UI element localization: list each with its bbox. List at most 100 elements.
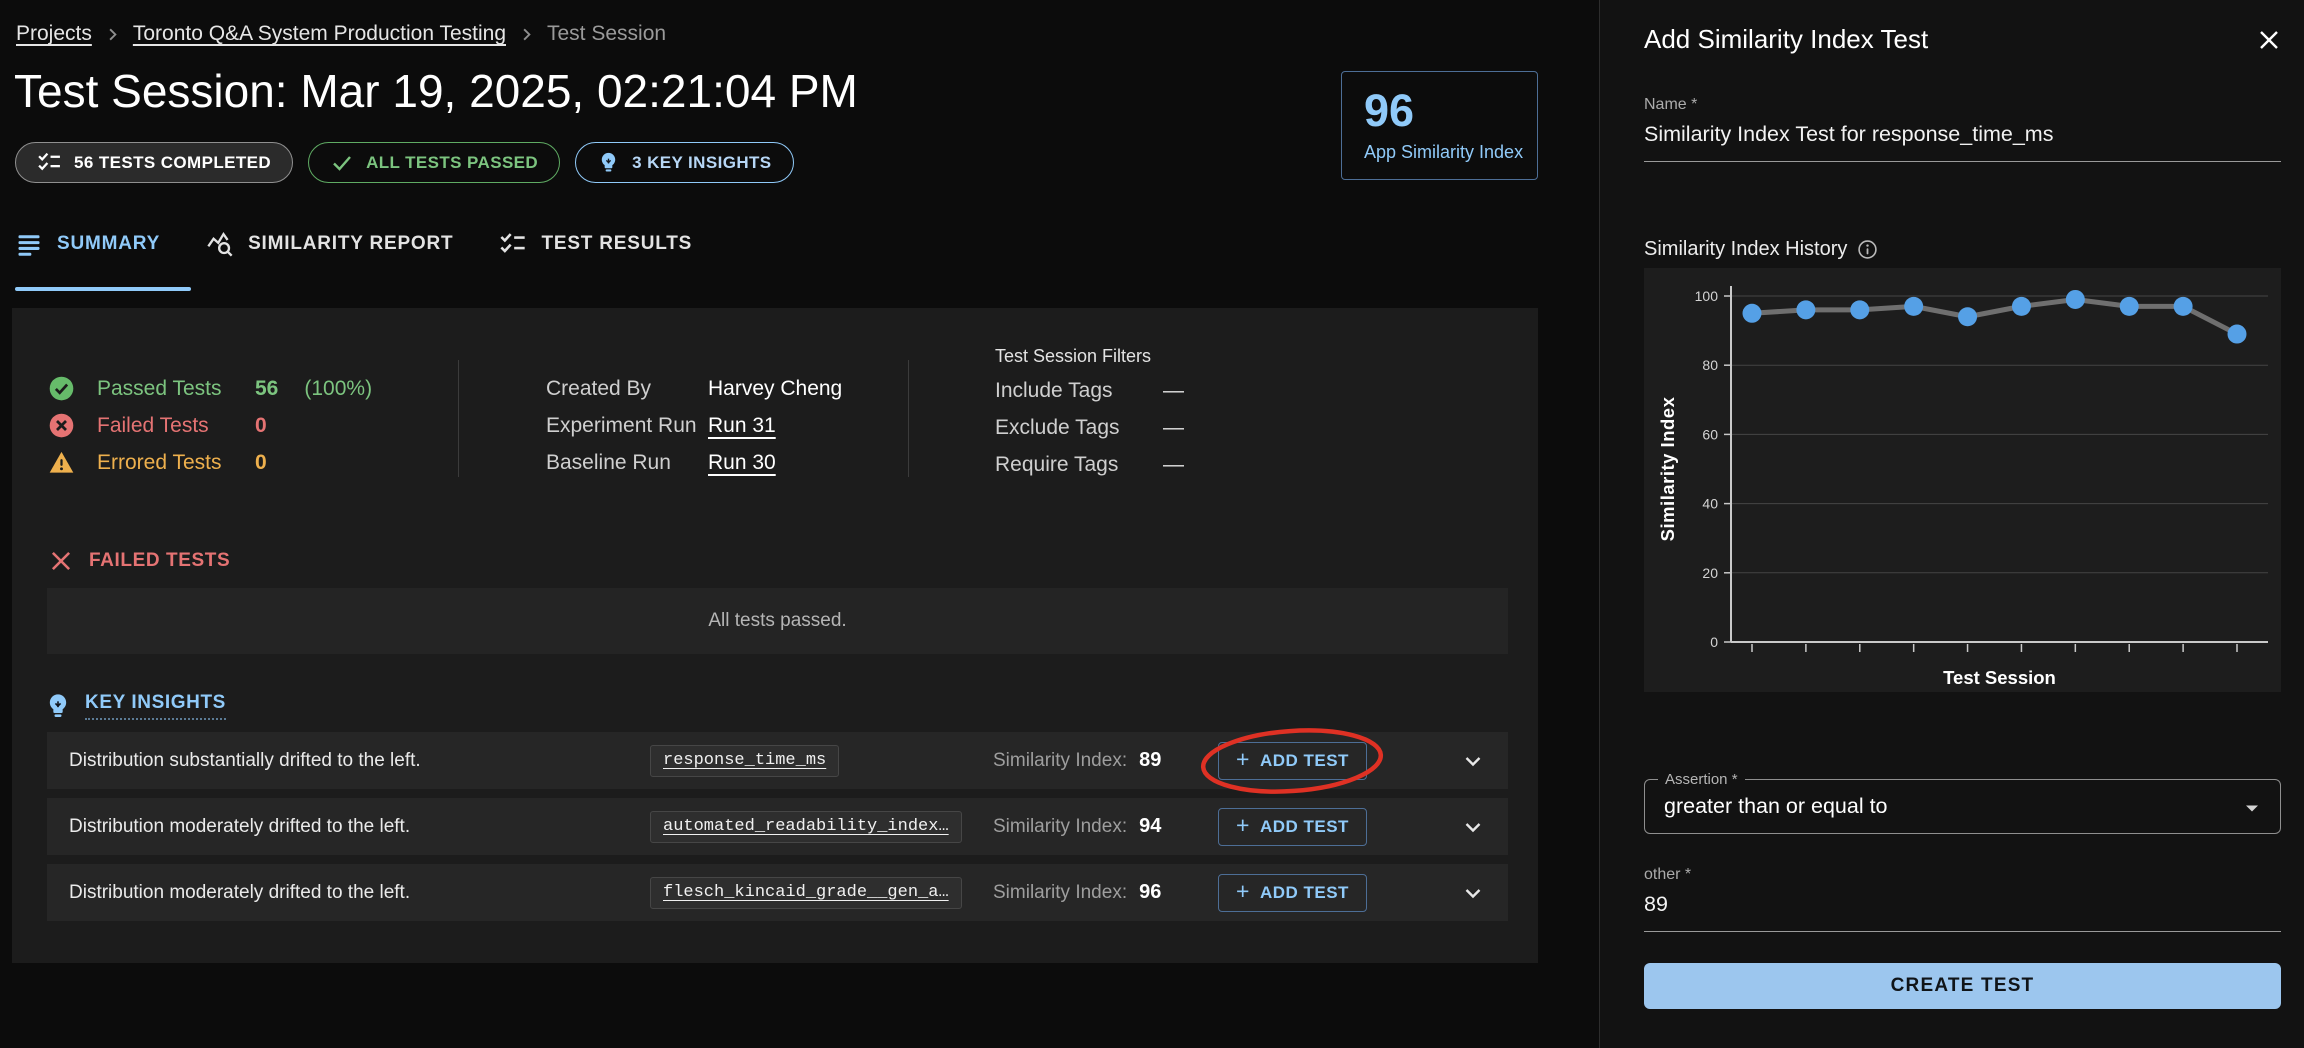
check-circle-icon [48, 375, 75, 402]
created-by-row: Created By Harvey Cheng [546, 370, 908, 407]
metric-chip[interactable]: response_time_ms [650, 745, 839, 777]
chevron-down-icon[interactable] [1460, 880, 1486, 906]
svg-text:0: 0 [1710, 634, 1718, 650]
page-title: Test Session: Mar 19, 2025, 02:21:04 PM [14, 64, 858, 118]
badge-label: 56 TESTS COMPLETED [74, 153, 271, 173]
tab-similarity-report[interactable]: SIMILARITY REPORT [206, 230, 453, 258]
errored-tests-stat: Errored Tests 0 [48, 444, 458, 481]
stat-value: 0 [255, 414, 267, 438]
history-label: Similarity Index History [1644, 238, 1847, 261]
session-filters: Test Session Filters Include Tags — Excl… [909, 346, 1538, 483]
stat-label: Errored Tests [97, 451, 255, 475]
summary-card: Passed Tests 56 (100%) Failed Tests 0 Er… [12, 308, 1538, 963]
insight-description: Distribution moderately drifted to the l… [69, 816, 650, 838]
experiment-run-link[interactable]: Run 31 [708, 414, 776, 438]
close-icon[interactable] [2255, 26, 2283, 54]
filter-value: — [1163, 453, 1184, 477]
filter-value: — [1163, 416, 1184, 440]
tab-label: SUMMARY [57, 233, 160, 255]
other-input[interactable] [1644, 892, 2281, 932]
meta-label: Experiment Run [546, 414, 708, 438]
all-tests-passed-badge: ALL TESTS PASSED [308, 142, 560, 183]
active-tab-indicator [15, 287, 191, 291]
other-field: other * [1644, 866, 2281, 932]
tab-summary[interactable]: SUMMARY [15, 230, 160, 258]
name-input[interactable] [1644, 122, 2281, 162]
svg-text:20: 20 [1702, 565, 1718, 581]
x-circle-icon [48, 412, 75, 439]
chevron-down-icon[interactable] [1460, 748, 1486, 774]
tab-test-results[interactable]: TEST RESULTS [499, 230, 692, 258]
filters-title: Test Session Filters [995, 346, 1538, 372]
add-test-button[interactable]: +ADD TEST [1218, 874, 1367, 912]
require-tags-row: Require Tags — [995, 446, 1538, 483]
insight-description: Distribution moderately drifted to the l… [69, 882, 650, 904]
chevron-right-icon [517, 25, 536, 44]
svg-text:100: 100 [1695, 288, 1719, 304]
add-similarity-test-panel: Add Similarity Index Test Name * Similar… [1599, 0, 2304, 1048]
failed-tests-stat: Failed Tests 0 [48, 407, 458, 444]
warning-triangle-icon [48, 449, 75, 476]
caret-down-icon [2240, 796, 2264, 820]
breadcrumb-projects[interactable]: Projects [16, 22, 92, 46]
filter-label: Exclude Tags [995, 416, 1163, 440]
check-icon [330, 151, 354, 175]
failed-tests-empty-state: All tests passed. [47, 588, 1508, 654]
assertion-label: Assertion * [1658, 771, 1745, 788]
key-insights-badge: 3 KEY INSIGHTS [575, 142, 793, 183]
create-test-button[interactable]: CREATE TEST [1644, 963, 2281, 1009]
status-badges: 56 TESTS COMPLETED ALL TESTS PASSED 3 KE… [15, 142, 794, 183]
similarity-index-value: 96 [1139, 881, 1161, 904]
key-insights-section-header: KEY INSIGHTS [44, 692, 226, 720]
baseline-run-link[interactable]: Run 30 [708, 451, 776, 475]
history-header: Similarity Index History [1644, 238, 2281, 261]
query-stats-icon [206, 230, 234, 258]
info-icon[interactable] [1857, 239, 1878, 260]
breadcrumb-current: Test Session [547, 22, 666, 46]
other-field-label: other * [1644, 866, 1691, 883]
similarity-index-label: Similarity Index: [993, 816, 1127, 838]
stat-value: 56 [255, 377, 278, 401]
add-test-button[interactable]: +ADD TEST [1218, 742, 1367, 780]
session-meta: Created By Harvey Cheng Experiment Run R… [459, 346, 908, 483]
filter-value: — [1163, 379, 1184, 403]
app-similarity-index-value: 96 [1364, 86, 1537, 136]
name-field-label: Name * [1644, 96, 1697, 113]
x-icon [48, 548, 74, 574]
experiment-run-row: Experiment Run Run 31 [546, 407, 908, 444]
insight-row: Distribution substantially drifted to th… [47, 732, 1508, 789]
tab-label: SIMILARITY REPORT [248, 233, 453, 255]
metric-chip[interactable]: flesch_kincaid_grade__gen_a… [650, 877, 962, 909]
checklist-icon [37, 150, 62, 175]
meta-label: Baseline Run [546, 451, 708, 475]
plus-icon: + [1236, 880, 1250, 903]
similarity-index-value: 94 [1139, 815, 1161, 838]
chevron-down-icon[interactable] [1460, 814, 1486, 840]
plus-icon: + [1236, 814, 1250, 837]
main-content: Projects Toronto Q&A System Production T… [0, 0, 1599, 1048]
history-chart: 020406080100Similarity IndexTest Session [1644, 268, 2281, 692]
insight-row: Distribution moderately drifted to the l… [47, 864, 1508, 921]
svg-text:Test Session: Test Session [1943, 667, 2056, 688]
stat-label: Failed Tests [97, 414, 255, 438]
similarity-index-label: Similarity Index: [993, 882, 1127, 904]
failed-tests-title: FAILED TESTS [89, 550, 230, 572]
filter-label: Require Tags [995, 453, 1163, 477]
assertion-select[interactable]: Assertion * greater than or equal to [1644, 779, 2281, 834]
stat-value: 0 [255, 451, 267, 475]
lightbulb-icon [44, 692, 72, 720]
summary-icon [15, 230, 43, 258]
breadcrumb-project[interactable]: Toronto Q&A System Production Testing [133, 22, 506, 46]
breadcrumb: Projects Toronto Q&A System Production T… [16, 22, 666, 46]
include-tags-row: Include Tags — [995, 372, 1538, 409]
metric-chip[interactable]: automated_readability_index… [650, 811, 962, 843]
test-stats: Passed Tests 56 (100%) Failed Tests 0 Er… [48, 346, 458, 483]
exclude-tags-row: Exclude Tags — [995, 409, 1538, 446]
passed-tests-stat: Passed Tests 56 (100%) [48, 370, 458, 407]
add-test-button[interactable]: +ADD TEST [1218, 808, 1367, 846]
checklist-icon [499, 230, 527, 258]
baseline-run-row: Baseline Run Run 30 [546, 444, 908, 481]
tab-label: TEST RESULTS [541, 233, 692, 255]
key-insights-list: Distribution substantially drifted to th… [47, 732, 1508, 930]
tab-bar: SUMMARY SIMILARITY REPORT TEST RESULTS [15, 230, 692, 258]
